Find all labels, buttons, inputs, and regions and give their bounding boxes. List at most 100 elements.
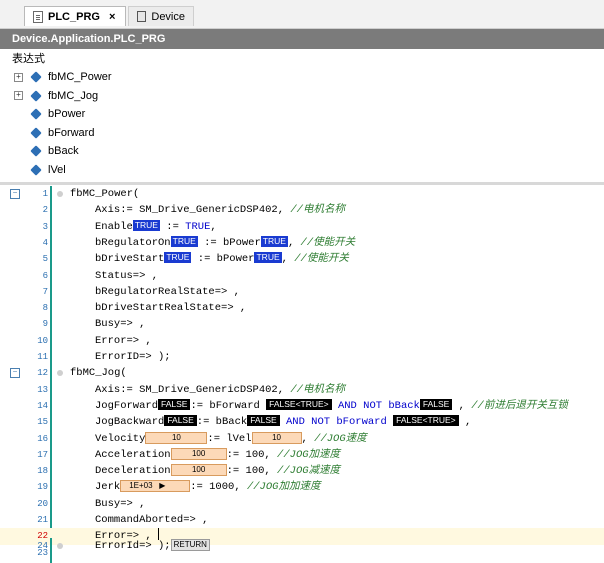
monitor-value-true: TRUE — [132, 219, 160, 231]
code-line[interactable]: − 1 fbMC_Power( — [0, 186, 604, 202]
variable-icon — [30, 108, 42, 120]
variable-icon — [30, 145, 42, 157]
code-text: CommandAborted=> , — [95, 514, 209, 526]
watch-row-bpower[interactable]: bPower — [0, 105, 604, 124]
monitor-value-true: TRUE — [254, 252, 282, 264]
code-text: bRegulatorRealState=> , — [95, 285, 240, 298]
code-line[interactable]: 20 Busy=> , — [0, 496, 604, 512]
code-line[interactable]: 21 CommandAborted=> , — [0, 512, 604, 528]
code-text: fbMC_Power( — [70, 188, 140, 200]
code-line[interactable]: 3 Enable TRUE := TRUE, — [0, 219, 604, 235]
monitor-value-deceleration: 100 — [170, 464, 227, 477]
code-line[interactable]: 8 bDriveStartRealState=> , — [0, 300, 604, 316]
line-number: 19 — [37, 482, 48, 493]
monitor-value-lvel: 10 — [251, 431, 302, 444]
monitor-value-jerk: 1E+03 ▶ — [120, 480, 191, 493]
expand-plus-icon[interactable]: + — [14, 72, 23, 82]
panel-splitter[interactable] — [0, 182, 604, 185]
line-number: 18 — [37, 466, 48, 477]
variable-icon — [30, 90, 42, 102]
line-number: 13 — [37, 384, 48, 395]
code-line[interactable]: − 12 fbMC_Jog( — [0, 365, 604, 381]
fold-minus-icon[interactable]: − — [10, 368, 20, 379]
line-number: 14 — [37, 400, 48, 411]
line-number: 8 — [42, 303, 48, 314]
code-text: Status=> , — [95, 269, 159, 282]
code-line[interactable]: 13 Axis:= SM_Drive_GenericDSP402, //电机名称 — [0, 382, 604, 398]
expand-arrow-icon: ▶ — [159, 481, 166, 491]
code-text: Velocity 10:= lVel 10, //JOG速度 — [95, 431, 367, 445]
watch-label: fbMC_Power — [48, 71, 112, 84]
document-icon — [33, 10, 43, 23]
pou-path-bar: Device.Application.PLC_PRG — [0, 29, 604, 49]
code-line[interactable]: 4 bRegulatorOn TRUE := bPower TRUE, //使能开关 — [0, 235, 604, 251]
breakpoint-dot[interactable] — [57, 543, 63, 549]
breakpoint-dot[interactable] — [57, 191, 63, 197]
breakpoint-dot[interactable] — [57, 370, 63, 377]
tab-label: PLC_PRG — [48, 10, 100, 23]
code-line[interactable]: 11 ErrorID=> ); — [0, 349, 604, 365]
monitor-value-true: TRUE — [164, 252, 192, 264]
close-icon[interactable]: × — [109, 11, 115, 23]
code-text: Busy=> , — [95, 497, 146, 510]
line-number: 7 — [42, 286, 48, 297]
code-line[interactable]: 7 bRegulatorRealState=> , — [0, 284, 604, 300]
monitor-value-velocity: 10 — [145, 431, 208, 444]
tab-device[interactable]: Device — [128, 6, 194, 26]
line-number: 4 — [42, 237, 48, 248]
watch-label: bBack — [48, 145, 79, 158]
code-line[interactable]: 14 JogForward FALSE:= bForward FALSE<TRUE… — [0, 398, 604, 414]
tab-plc-prg[interactable]: PLC_PRG × — [24, 6, 126, 26]
monitor-value-false: FALSE — [247, 415, 280, 427]
line-number: 11 — [37, 352, 48, 362]
code-line[interactable]: 19 Jerk 1E+03 ▶:= 1000, //JOG加加速度 — [0, 479, 604, 495]
code-text: Axis:= SM_Drive_GenericDSP402, //电机名称 — [95, 383, 345, 396]
code-line[interactable]: 18 Deceleration 100:= 100, //JOG减速度 — [0, 463, 604, 479]
watch-panel: 表达式 + fbMC_Power + fbMC_Jog bPower bForw… — [0, 50, 604, 182]
watch-row-fbmc-jog[interactable]: + fbMC_Jog — [0, 87, 604, 106]
line-number: 20 — [37, 498, 48, 509]
return-marker: RETURN — [170, 539, 210, 551]
code-line[interactable]: 17 Acceleration 100:= 100, //JOG加速度 — [0, 447, 604, 463]
watch-label: bPower — [48, 108, 86, 121]
watch-row-fbmc-power[interactable]: + fbMC_Power — [0, 68, 604, 87]
watch-row-lvel[interactable]: lVel — [0, 161, 604, 180]
code-text: JogForward FALSE:= bForward FALSE<TRUE> A… — [95, 398, 568, 412]
editor-tab-bar: PLC_PRG × Device — [0, 0, 604, 29]
code-line[interactable]: 16 Velocity 10:= lVel 10, //JOG速度 — [0, 431, 604, 447]
code-editor[interactable]: − 1 fbMC_Power( 2 Axis:= SM_Drive_Generi… — [0, 186, 604, 563]
expand-plus-icon[interactable]: + — [14, 91, 23, 101]
code-line[interactable]: 9 Busy=> , — [0, 316, 604, 332]
code-text: Deceleration 100:= 100, //JOG减速度 — [95, 464, 341, 478]
code-line[interactable]: 6 Status=> , — [0, 268, 604, 284]
variable-icon — [30, 71, 42, 83]
fold-minus-icon[interactable]: − — [10, 189, 20, 199]
code-text: bDriveStart TRUE := bPower TRUE, //使能开关 — [95, 252, 349, 266]
monitor-value-false: FALSE — [158, 398, 191, 410]
code-text: fbMC_Jog( — [70, 367, 127, 380]
code-line[interactable]: 2 Axis:= SM_Drive_GenericDSP402, //电机名称 — [0, 202, 604, 218]
code-line[interactable]: 5 bDriveStart TRUE := bPower TRUE, //使能开关 — [0, 251, 604, 267]
line-number: 12 — [37, 368, 48, 379]
line-number: 17 — [37, 449, 48, 460]
line-number: 10 — [37, 335, 48, 346]
code-text: Axis:= SM_Drive_GenericDSP402, //电机名称 — [95, 204, 345, 217]
code-line[interactable]: 15 JogBackward FALSE:= bBack FALSE AND NOT… — [0, 414, 604, 430]
code-text: ErrorId=> ); RETURN — [95, 538, 210, 554]
line-number: 3 — [42, 221, 48, 232]
monitor-value-false: FALSE — [164, 415, 197, 427]
code-line[interactable]: 24 ErrorId=> ); RETURN — [0, 538, 604, 555]
monitor-value-true: TRUE — [260, 235, 288, 247]
gutter-bar — [50, 538, 52, 555]
watch-row-bforward[interactable]: bForward — [0, 124, 604, 143]
code-text: Error=> , — [95, 334, 152, 347]
code-text: Jerk 1E+03 ▶:= 1000, //JOG加加速度 — [95, 480, 321, 494]
monitor-value-true: TRUE — [170, 235, 198, 247]
monitor-value-false-true: FALSE<TRUE> — [266, 398, 332, 410]
watch-row-bback[interactable]: bBack — [0, 142, 604, 161]
code-text: bRegulatorOn TRUE := bPower TRUE, //使能开关 — [95, 235, 356, 249]
line-number: 6 — [42, 270, 48, 281]
variable-icon — [30, 164, 42, 176]
line-number: 21 — [37, 515, 48, 525]
code-line[interactable]: 10 Error=> , — [0, 333, 604, 349]
